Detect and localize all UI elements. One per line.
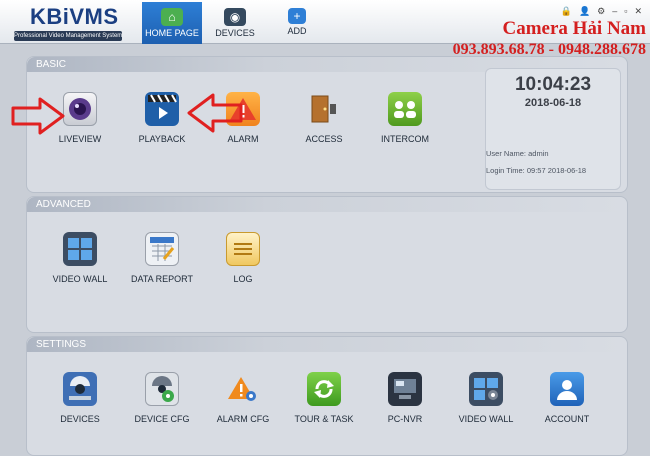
access-label: ACCESS bbox=[305, 134, 343, 144]
arrow-right-icon bbox=[11, 97, 65, 135]
tab-home-page[interactable]: ⌂ HOME PAGE bbox=[142, 2, 202, 44]
log-icon bbox=[226, 232, 260, 266]
account-label: ACCOUNT bbox=[544, 414, 590, 424]
logo-subtitle: Professional Video Management System bbox=[14, 31, 122, 41]
alarm-config-icon bbox=[226, 372, 260, 406]
clock-date: 2018-06-18 bbox=[524, 97, 582, 109]
alarm-cfg-button[interactable]: ALARM CFG bbox=[201, 372, 285, 424]
login-time-value: 09:57 2018-06-18 bbox=[526, 166, 587, 175]
maximize-icon[interactable]: ▫ bbox=[624, 6, 627, 17]
arrow-left-icon bbox=[187, 93, 243, 133]
tour-task-button[interactable]: TOUR & TASK bbox=[282, 372, 366, 424]
settings-video-wall-label: VIDEO WALL bbox=[458, 414, 514, 424]
device-cfg-label: DEVICE CFG bbox=[134, 414, 190, 424]
user-icon[interactable]: 👤 bbox=[579, 6, 590, 17]
tab-devices-label: DEVICES bbox=[215, 28, 255, 38]
pc-nvr-label: PC-NVR bbox=[387, 414, 423, 424]
intercom-button[interactable]: INTERCOM bbox=[363, 92, 447, 144]
log-button[interactable]: LOG bbox=[201, 232, 285, 284]
intercom-icon bbox=[388, 92, 422, 126]
pc-nvr-icon bbox=[388, 372, 422, 406]
logo-title: KBiVMS bbox=[30, 4, 119, 29]
promo-watermark: Camera Hải Nam 093.893.68.78 - 0948.288.… bbox=[453, 18, 646, 60]
promo-name: Camera Hải Nam bbox=[502, 18, 646, 39]
login-time-row: Login Time: 09:57 2018-06-18 bbox=[486, 166, 586, 175]
tour-task-icon bbox=[307, 372, 341, 406]
clock-time: 10:04:23 bbox=[514, 74, 592, 95]
settings-devices-label: DEVICES bbox=[60, 414, 100, 424]
tab-add[interactable]: + ADD bbox=[270, 2, 324, 44]
playback-clapper-icon bbox=[145, 92, 179, 126]
video-wall-settings-icon bbox=[469, 372, 503, 406]
gear-icon[interactable]: ⚙ bbox=[597, 6, 605, 17]
settings-video-wall-button[interactable]: VIDEO WALL bbox=[444, 372, 528, 424]
user-name-value: admin bbox=[528, 149, 549, 158]
login-time-label: Login Time: bbox=[486, 166, 525, 175]
dome-camera-icon bbox=[63, 372, 97, 406]
data-report-icon bbox=[145, 232, 179, 266]
data-report-label: DATA REPORT bbox=[130, 274, 193, 284]
alarm-label: ALARM bbox=[227, 134, 259, 144]
tab-add-label: ADD bbox=[287, 26, 307, 36]
app-logo: KBiVMS Professional Video Management Sys… bbox=[14, 4, 126, 42]
tab-devices[interactable]: ◉ DEVICES bbox=[206, 2, 264, 44]
camera-lens-icon bbox=[63, 92, 97, 126]
user-name-row: User Name: admin bbox=[486, 149, 549, 158]
access-button[interactable]: ACCESS bbox=[282, 92, 366, 144]
minimize-icon[interactable]: – bbox=[612, 6, 617, 17]
intercom-label: INTERCOM bbox=[381, 134, 429, 144]
device-config-icon bbox=[145, 372, 179, 406]
video-wall-button[interactable]: VIDEO WALL bbox=[38, 232, 122, 284]
window-controls: 🔒 👤 ⚙ – ▫ ✕ bbox=[561, 6, 642, 17]
tab-home-page-label: HOME PAGE bbox=[145, 28, 199, 38]
pc-nvr-button[interactable]: PC-NVR bbox=[363, 372, 447, 424]
add-icon: + bbox=[288, 8, 306, 24]
device-cfg-button[interactable]: DEVICE CFG bbox=[120, 372, 204, 424]
close-icon[interactable]: ✕ bbox=[634, 6, 642, 17]
clock-panel: 10:04:23 2018-06-18 User Name: admin Log… bbox=[485, 68, 621, 190]
playback-label: PLAYBACK bbox=[138, 134, 186, 144]
tour-task-label: TOUR & TASK bbox=[294, 414, 354, 424]
video-wall-label: VIDEO WALL bbox=[52, 274, 108, 284]
data-report-button[interactable]: DATA REPORT bbox=[120, 232, 204, 284]
devices-icon: ◉ bbox=[224, 8, 246, 26]
settings-devices-button[interactable]: DEVICES bbox=[38, 372, 122, 424]
advanced-panel-title: ADVANCED bbox=[27, 197, 627, 212]
settings-panel-title: SETTINGS bbox=[27, 337, 627, 352]
door-access-icon bbox=[307, 92, 341, 126]
lock-icon[interactable]: 🔒 bbox=[561, 6, 572, 17]
account-button[interactable]: ACCOUNT bbox=[525, 372, 609, 424]
home-icon: ⌂ bbox=[161, 8, 183, 26]
account-icon bbox=[550, 372, 584, 406]
video-wall-icon bbox=[63, 232, 97, 266]
alarm-cfg-label: ALARM CFG bbox=[216, 414, 270, 424]
log-label: LOG bbox=[233, 274, 253, 284]
user-name-label: User Name: bbox=[486, 149, 527, 158]
